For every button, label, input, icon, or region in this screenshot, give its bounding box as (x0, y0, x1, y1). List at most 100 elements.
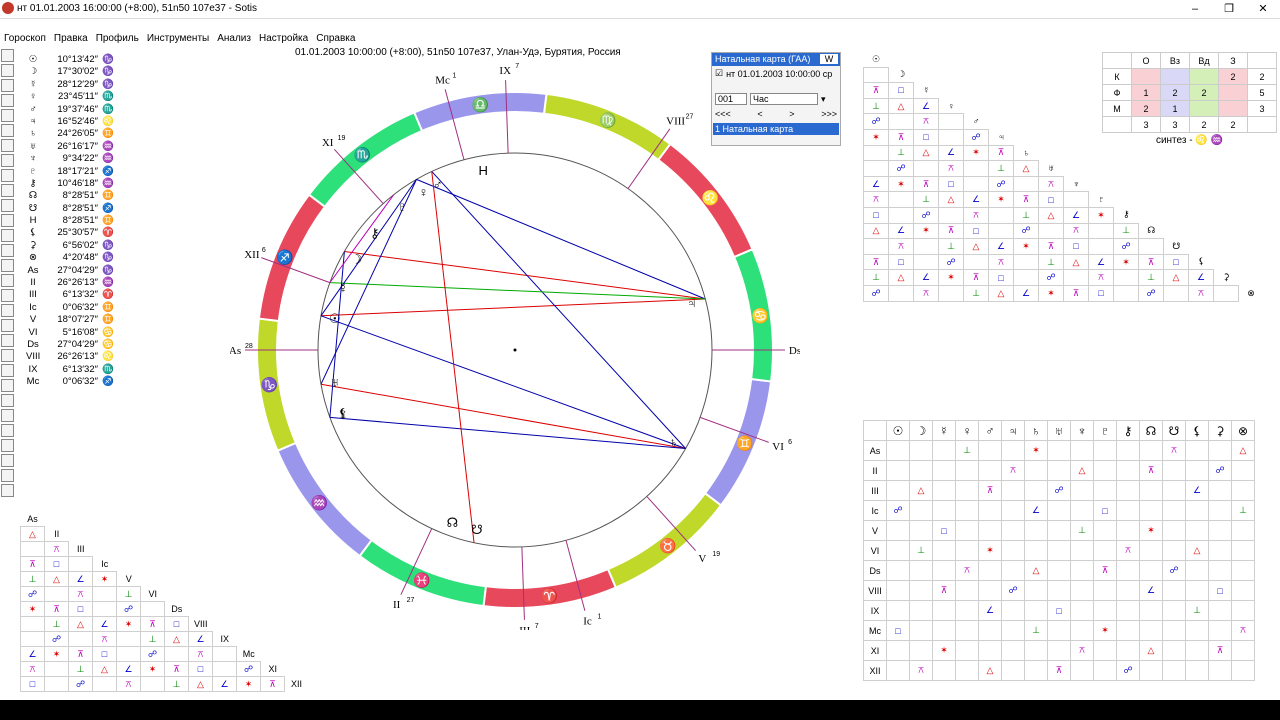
planet-row[interactable]: ⚷ 10°46′18″ ♒ (26, 178, 116, 190)
chart-planet-glyph[interactable]: ♄ (669, 435, 679, 450)
chart-planet-glyph[interactable]: ☿ (338, 280, 348, 295)
toolbar-tool-icon[interactable] (1, 259, 14, 272)
planet-row[interactable]: VI 5°16′08″ ♋ (26, 327, 116, 339)
step-unit-select[interactable]: Час (750, 93, 818, 105)
planet-row[interactable]: ♅ 26°16′17″ ♒ (26, 141, 116, 153)
chart-entry[interactable]: нт 01.01.2003 10:00:00 ср (726, 69, 832, 79)
nav-first-button[interactable]: <<< (715, 109, 731, 119)
menu-help[interactable]: Справка (312, 32, 359, 46)
planet-row[interactable]: ☋ 8°28′51″ ♐ (26, 203, 116, 215)
chart-planet-glyph[interactable]: ☉ (329, 311, 341, 326)
nav-next-button[interactable]: > (789, 109, 794, 119)
planet-row[interactable]: III 6°13′32″ ♈ (26, 289, 116, 301)
toolbar-tool-icon[interactable] (1, 439, 14, 452)
toolbar-tool-icon[interactable] (1, 379, 14, 392)
chart-planet-glyph[interactable]: ☋ (471, 522, 483, 537)
chart-list-item[interactable]: 1 Натальная карта (713, 123, 839, 135)
toolbar-tool-icon[interactable] (1, 64, 14, 77)
menu-profile[interactable]: Профиль (92, 32, 143, 46)
planet-row[interactable]: IX 6°13′32″ ♏ (26, 364, 116, 376)
planet-row[interactable]: H 8°28′51″ ♊ (26, 215, 116, 227)
planet-row[interactable]: ☽ 17°30′02″ ♑ (26, 66, 116, 78)
chart-planet-glyph[interactable]: ♇ (397, 199, 407, 214)
chart-planet-glyph[interactable]: ⚷ (370, 225, 380, 240)
menu-tools[interactable]: Инструменты (143, 32, 213, 46)
toolbar-tool-icon[interactable] (1, 214, 14, 227)
toolbar-tool-icon[interactable] (1, 424, 14, 437)
planet-row[interactable]: ⚳ 6°56′02″ ♑ (26, 240, 116, 252)
chart-planet-glyph[interactable]: ♀ (419, 185, 429, 200)
aspect-cell (955, 480, 979, 501)
aspect-cell (955, 540, 979, 561)
toolbar-tool-icon[interactable] (1, 94, 14, 107)
grid-house-header: VI (863, 540, 887, 561)
toolbar-tool-icon[interactable] (1, 109, 14, 122)
step-value-input[interactable]: 001 (715, 93, 747, 105)
menu-settings[interactable]: Настройка (255, 32, 312, 46)
toolbar-tool-icon[interactable] (1, 469, 14, 482)
toolbar-tool-icon[interactable] (1, 199, 14, 212)
planet-row[interactable]: ☉ 10°13′42″ ♑ (26, 54, 116, 66)
toolbar-tool-icon[interactable] (1, 49, 14, 62)
planet-row[interactable]: ⊗ 4°20′48″ ♑ (26, 252, 116, 264)
menu-horoscope[interactable]: Гороскоп (0, 32, 50, 46)
toolbar-tool-icon[interactable] (1, 169, 14, 182)
planet-row[interactable]: ☊ 8°28′51″ ♊ (26, 190, 116, 202)
planet-row[interactable]: Ds 27°04′29″ ♋ (26, 339, 116, 351)
toolbar-tool-icon[interactable] (1, 154, 14, 167)
nav-prev-button[interactable]: < (757, 109, 762, 119)
toolbar-tool-icon[interactable] (1, 349, 14, 362)
planet-row[interactable]: ♀ 23°45′11″ ♏ (26, 91, 116, 103)
toolbar-tool-icon[interactable] (1, 334, 14, 347)
toolbar-tool-icon[interactable] (1, 454, 14, 467)
planet-row[interactable]: ♃ 16°52′46″ ♌ (26, 116, 116, 128)
planet-row[interactable]: ♆ 9°34′22″ ♒ (26, 153, 116, 165)
aspect-cell (955, 580, 979, 601)
minimize-button[interactable]: – (1178, 0, 1212, 18)
toolbar-tool-icon[interactable] (1, 244, 14, 257)
menu-edit[interactable]: Правка (50, 32, 92, 46)
planet-row[interactable]: ⚸ 25°30′57″ ♈ (26, 227, 116, 239)
planet-row[interactable]: Ic 0°06′32″ ♊ (26, 302, 116, 314)
chart-planet-glyph[interactable]: ⚸ (338, 406, 348, 421)
aspect-cell (1070, 500, 1094, 521)
toolbar-tool-icon[interactable] (1, 289, 14, 302)
toolbar-tool-icon[interactable] (1, 184, 14, 197)
aspect-cell (1093, 520, 1117, 541)
planet-row[interactable]: VIII 26°26′13″ ♌ (26, 351, 116, 363)
nav-last-button[interactable]: >>> (821, 109, 837, 119)
toolbar-tool-icon[interactable] (1, 409, 14, 422)
close-button[interactable]: ✕ (1246, 0, 1280, 18)
chart-planet-glyph[interactable]: ♂ (433, 177, 443, 192)
chart-planet-glyph[interactable]: ☊ (447, 515, 459, 530)
toolbar-tool-icon[interactable] (1, 229, 14, 242)
chart-info: 01.01.2003 10:00:00 (+8:00), 51n50 107e3… (295, 47, 621, 58)
aspect-cell (932, 440, 956, 461)
toolbar-tool-icon[interactable] (1, 274, 14, 287)
toolbar-tool-icon[interactable] (1, 394, 14, 407)
toolbar-tool-icon[interactable] (1, 79, 14, 92)
toolbar-tool-icon[interactable] (1, 364, 14, 377)
planet-row[interactable]: Mc 0°06′32″ ♐ (26, 376, 116, 388)
toolbar-tool-icon[interactable] (1, 319, 14, 332)
toolbar-tool-icon[interactable] (1, 484, 14, 497)
planet-row[interactable]: ♄ 24°26′05″ ♊ (26, 128, 116, 140)
chart-planet-glyph[interactable]: ☽ (351, 252, 363, 267)
chart-planet-glyph[interactable]: ♅ (330, 375, 340, 390)
planet-row[interactable]: II 26°26′13″ ♒ (26, 277, 116, 289)
chart-planet-glyph[interactable]: H (479, 163, 488, 178)
maximize-button[interactable]: ❐ (1212, 0, 1246, 18)
planet-row[interactable]: V 18°07′27″ ♊ (26, 314, 116, 326)
toolbar-tool-icon[interactable] (1, 124, 14, 137)
toolbar-tool-icon[interactable] (1, 304, 14, 317)
planet-row[interactable]: ♂ 19°37′46″ ♏ (26, 104, 116, 116)
menu-analysis[interactable]: Анализ (213, 32, 255, 46)
chart-planet-glyph[interactable]: ♃ (687, 296, 697, 311)
panel-w-button[interactable]: W (820, 54, 838, 64)
toolbar-tool-icon[interactable] (1, 139, 14, 152)
planet-row[interactable]: ♇ 18°17′21″ ♐ (26, 166, 116, 178)
planet-row[interactable]: ☿ 28°12′29″ ♑ (26, 79, 116, 91)
entry-checkbox-icon[interactable]: ☑ (715, 68, 723, 79)
chevron-down-icon[interactable]: ▾ (821, 94, 826, 105)
planet-row[interactable]: As 27°04′29″ ♑ (26, 265, 116, 277)
